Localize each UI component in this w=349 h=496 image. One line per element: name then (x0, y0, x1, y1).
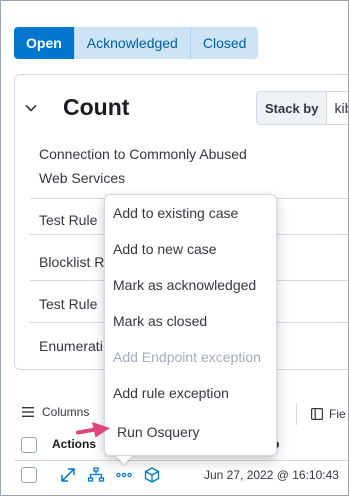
fields-button[interactable]: Fie (296, 403, 346, 425)
menu-item-mark-as-closed[interactable]: Mark as closed (113, 313, 207, 329)
select-all-checkbox[interactable] (21, 437, 37, 453)
status-filter-group: Open Acknowledged Closed (14, 27, 259, 59)
menu-item-run-osquery[interactable]: Run Osquery (117, 424, 199, 440)
menu-item-add-rule-exception[interactable]: Add rule exception (113, 385, 229, 401)
pointer-arrow-icon (76, 422, 110, 438)
stack-by-value[interactable]: kib (327, 100, 349, 116)
columns-icon (22, 407, 34, 417)
rule-name-2: Test Rule (39, 212, 98, 228)
stack-by-label: Stack by (257, 92, 328, 124)
columns-label: Columns (42, 405, 90, 419)
status-tab-acknowledged[interactable]: Acknowledged (74, 27, 191, 59)
menu-item-add-to-existing-case[interactable]: Add to existing case (113, 205, 238, 221)
rule-name-1: Connection to Commonly Abused (39, 146, 247, 162)
menu-caret (116, 456, 132, 464)
row-checkbox[interactable] (21, 467, 37, 483)
menu-item-add-endpoint-exception: Add Endpoint exception (113, 349, 261, 365)
menu-item-add-to-new-case[interactable]: Add to new case (113, 241, 217, 257)
analyze-event-icon[interactable] (87, 466, 105, 484)
more-actions-icon[interactable] (115, 466, 133, 484)
stack-by-select[interactable]: Stack by kib (256, 91, 349, 125)
status-tab-open[interactable]: Open (14, 27, 75, 59)
panel-title: Count (63, 94, 130, 120)
menu-item-mark-as-acknowledged[interactable]: Mark as acknowledged (113, 277, 256, 293)
rule-name-4: Test Rule (39, 296, 98, 312)
rule-name-1-cont: Web Services (39, 170, 126, 186)
alert-actions-menu: Add to existing case Add to new case Mar… (104, 194, 277, 456)
cube-icon[interactable] (143, 466, 161, 484)
rule-name-5: Enumerati (39, 338, 103, 354)
fields-icon (311, 408, 323, 420)
rule-name-3: Blocklist R (39, 254, 105, 270)
columns-button[interactable]: Columns (22, 405, 89, 419)
row-timestamp: Jun 27, 2022 @ 16:10:43 (204, 468, 339, 482)
fields-label: Fie (329, 407, 346, 421)
status-tab-closed[interactable]: Closed (190, 27, 259, 59)
expand-icon[interactable] (59, 466, 77, 484)
chevron-down-icon[interactable] (24, 101, 38, 115)
